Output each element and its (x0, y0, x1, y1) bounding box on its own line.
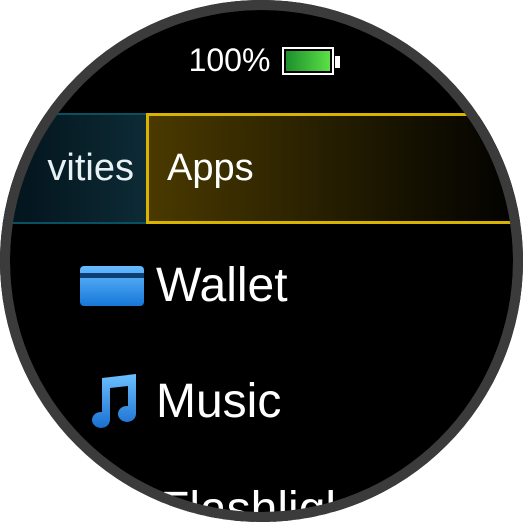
menu-item-music[interactable]: Music (78, 372, 281, 430)
battery-tip (335, 55, 341, 68)
menu-item-label: Music (156, 374, 282, 428)
battery-fill (286, 50, 331, 71)
battery-percent: 100% (188, 42, 271, 78)
watch-screen: 100% vities Apps Wallet Music Flashligl (0, 0, 523, 522)
tab-activities[interactable]: vities (0, 113, 148, 224)
tab-apps-label: Apps (167, 147, 254, 189)
tab-activities-label: vities (47, 147, 134, 189)
battery-icon (282, 46, 341, 75)
status-bar: 100% (0, 42, 523, 79)
menu-item-label: Flashligl (160, 483, 337, 522)
menu-item-flashlight[interactable]: Flashligl (160, 482, 336, 522)
menu-item-wallet[interactable]: Wallet (78, 258, 288, 313)
category-tab-bar: vities Apps (0, 113, 523, 224)
music-note-icon (78, 372, 146, 430)
menu-item-label: Wallet (156, 259, 288, 312)
tab-apps[interactable]: Apps (146, 113, 523, 224)
wallet-icon (78, 265, 146, 306)
